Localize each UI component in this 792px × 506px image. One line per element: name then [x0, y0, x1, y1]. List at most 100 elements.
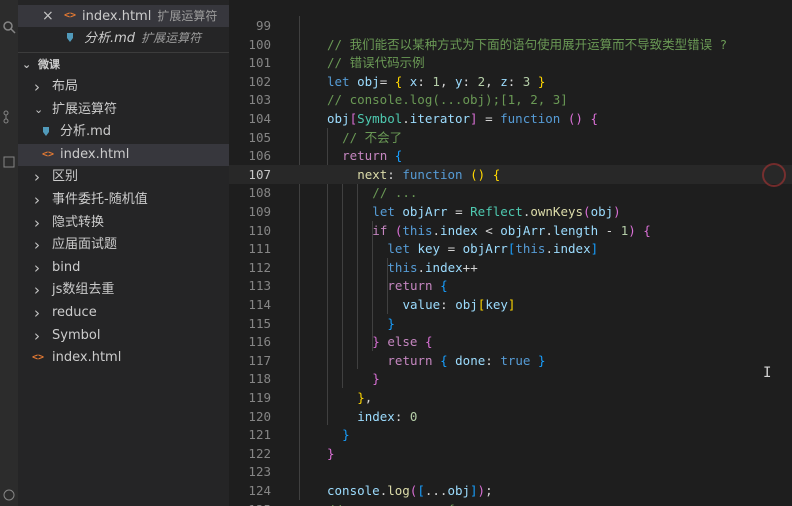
code-text: let objArr = Reflect.ownKeys(obj)	[372, 202, 620, 221]
code-line: 123	[229, 462, 792, 481]
folder-item[interactable]: › 事件委托-随机值	[18, 189, 229, 211]
current-code-line: 107 next: function () {	[229, 164, 792, 184]
markdown-file-icon	[67, 33, 73, 42]
code-token: :	[387, 166, 403, 182]
extensions-icon[interactable]	[2, 155, 16, 169]
chevron-right-icon: ›	[34, 213, 40, 232]
line-number: 115	[248, 315, 271, 331]
code-token: ()	[470, 166, 486, 182]
search-icon[interactable]	[2, 20, 16, 34]
code-line: 124 console.log([...obj]);	[229, 481, 792, 500]
line-number: 107	[248, 166, 271, 182]
source-control-icon[interactable]	[2, 110, 16, 124]
code-editor[interactable]: 99 100// 我们能否以某种方式为下面的语句使用展开运算而不导致类型错误 ? 1…	[229, 0, 792, 506]
code-token: }	[327, 445, 335, 461]
code-token: (	[583, 204, 591, 219]
tree-item-label: index.html	[60, 146, 130, 162]
file-item[interactable]: 分析.md	[18, 121, 229, 143]
open-editor-folder-hint: 扩展运算符	[157, 9, 218, 23]
code-token: this	[387, 259, 418, 275]
code-token: return	[387, 278, 441, 294]
html-file-icon: <>	[64, 10, 77, 21]
code-line: 104 obj[Symbol.iterator] = function () {	[229, 109, 792, 128]
line-number: 119	[248, 390, 271, 405]
file-item[interactable]: <> index.html	[18, 143, 229, 166]
workspace-title: 微课	[38, 58, 60, 71]
code-token: index	[357, 408, 395, 424]
folder-item[interactable]: › 隐式转换	[18, 212, 229, 234]
code-token: value	[402, 297, 441, 312]
tree-item-label: 应届面试题	[52, 237, 118, 253]
code-token: }	[372, 334, 380, 350]
code-text: // 我们能否以某种方式为下面的语句使用展开运算而不导致类型错误 ?	[327, 35, 727, 54]
tree-item-label: 隐式转换	[52, 214, 105, 230]
code-token: obj	[590, 204, 614, 219]
code-token: index	[425, 259, 463, 275]
file-item[interactable]: <> index.html	[18, 347, 229, 369]
chevron-right-icon: ›	[34, 281, 40, 300]
tree-item-label: js数组去重	[52, 282, 115, 298]
chevron-right-icon: ›	[34, 304, 40, 322]
folder-item[interactable]: › 区别	[18, 166, 229, 188]
code-token: .	[417, 259, 426, 275]
tree-item-label: 分析.md	[60, 124, 112, 140]
line-number: 106	[248, 148, 271, 164]
code-token: ownKeys	[530, 204, 584, 219]
workspace-header[interactable]: ⌄ 微课	[18, 54, 229, 76]
code-token: ++	[462, 259, 478, 275]
code-token: )	[628, 222, 636, 238]
code-token: .	[545, 222, 553, 238]
code-token: log	[387, 483, 410, 498]
folder-item[interactable]: › reduce	[18, 302, 229, 324]
code-token: // var person = {	[327, 502, 455, 506]
code-token: .	[545, 241, 553, 257]
folder-item[interactable]: › 应届面试题	[18, 234, 229, 256]
chevron-right-icon: ›	[34, 191, 40, 209]
code-text: return { done: true }	[387, 351, 545, 370]
open-editor-label: 分析.md 扩展运算符	[84, 31, 202, 46]
code-token: obj	[357, 73, 380, 89]
code-token: return	[387, 352, 441, 368]
code-text: }	[387, 314, 395, 333]
folder-item[interactable]: › 布局	[18, 76, 229, 98]
chevron-right-icon: ›	[34, 168, 40, 187]
chevron-right-icon: ›	[34, 78, 40, 96]
line-number: 100	[248, 36, 271, 52]
code-token: // ...	[372, 185, 418, 201]
folder-item[interactable]: › bind	[18, 257, 229, 279]
code-line: 112 this.index++	[229, 258, 792, 277]
code-token: =	[379, 73, 395, 89]
code-token: let	[387, 241, 418, 257]
code-token: done	[455, 352, 486, 368]
code-token: console	[327, 483, 380, 498]
open-editor-item[interactable]: × <> index.html 扩展运算符	[18, 5, 229, 27]
open-editor-item[interactable]: 分析.md 扩展运算符	[18, 27, 229, 49]
code-line: 118}	[229, 369, 792, 388]
html-file-icon: <>	[42, 148, 55, 160]
code-token: [	[417, 483, 425, 498]
line-number: 124	[248, 483, 271, 498]
code-token: {	[440, 278, 448, 294]
code-token: z	[500, 73, 508, 89]
code-line: 108 // ...	[229, 183, 792, 202]
folder-item[interactable]: › js数组去重	[18, 279, 229, 301]
folder-item[interactable]: ⌄ 扩展运算符	[18, 99, 229, 121]
code-token: -	[598, 222, 621, 238]
close-icon[interactable]: ×	[42, 5, 54, 27]
code-token: iterator	[409, 111, 471, 126]
open-editor-folder-hint: 扩展运算符	[141, 31, 202, 45]
code-token: ,	[485, 73, 501, 89]
code-line: 116} else {	[229, 332, 792, 351]
code-text: value: obj[key]	[403, 295, 516, 314]
code-token: objArr	[462, 241, 508, 257]
code-token: next	[357, 166, 388, 182]
line-number: 112	[248, 259, 271, 275]
account-icon[interactable]	[2, 488, 16, 502]
chevron-right-icon: ›	[34, 236, 40, 255]
markdown-file-icon	[43, 127, 49, 137]
code-token: index	[552, 241, 591, 257]
code-token: [	[349, 111, 358, 126]
folder-item[interactable]: › Symbol	[18, 325, 229, 347]
